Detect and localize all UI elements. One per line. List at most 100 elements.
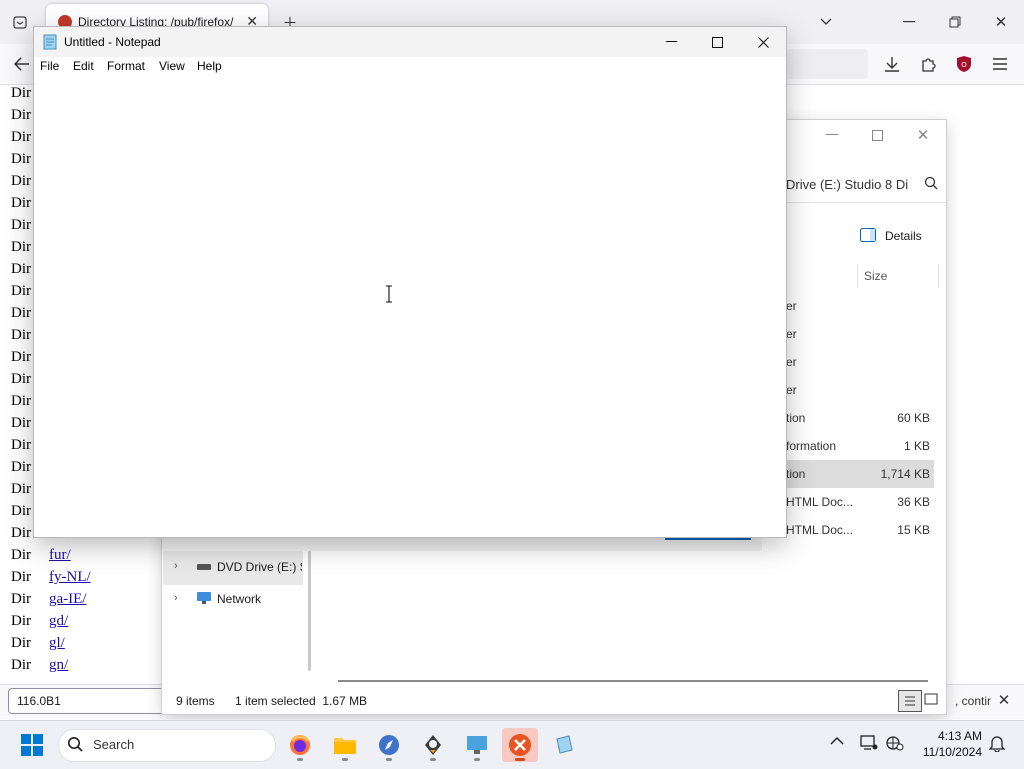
dir-type-label: Dir xyxy=(11,151,31,167)
taskbar-time[interactable]: 4:13 AM xyxy=(918,729,982,743)
tab-list-icon[interactable] xyxy=(6,8,34,36)
dir-type-label: Dir xyxy=(11,107,31,123)
taskbar-search-box[interactable] xyxy=(58,729,276,762)
dir-type-label: Dir xyxy=(11,525,31,541)
file-row[interactable]: HTML Doc... 36 KB xyxy=(786,488,934,516)
horizontal-scrollbar[interactable] xyxy=(338,680,928,682)
tiles-view-button[interactable] xyxy=(924,693,938,707)
penguin-app-taskbar-icon[interactable] xyxy=(415,728,451,762)
notepad-taskbar-icon[interactable] xyxy=(546,728,582,762)
notification-bell-icon[interactable] xyxy=(989,735,1005,752)
menu-view[interactable]: View xyxy=(159,59,185,73)
compass-app-taskbar-icon[interactable] xyxy=(371,728,407,762)
network-globe-icon[interactable] xyxy=(886,735,904,751)
expand-chevron-icon[interactable]: › xyxy=(174,560,178,572)
menu-help[interactable]: Help xyxy=(197,59,222,73)
file-explorer-taskbar-icon[interactable] xyxy=(327,728,363,762)
display-icon[interactable] xyxy=(860,735,878,751)
menu-edit[interactable]: Edit xyxy=(73,59,94,73)
file-type-cell: HTML Doc... xyxy=(786,523,853,537)
taskbar-date[interactable]: 11/10/2024 xyxy=(914,745,982,759)
dir-link[interactable]: fur/ xyxy=(49,547,71,564)
running-indicator xyxy=(342,758,348,761)
nav-item-network[interactable]: Network xyxy=(217,592,261,606)
menu-format[interactable]: Format xyxy=(107,59,145,73)
file-type-cell: er xyxy=(786,327,797,341)
hamburger-menu-icon[interactable] xyxy=(986,50,1014,78)
file-row[interactable]: tion 60 KB xyxy=(786,404,934,432)
running-indicator xyxy=(474,758,480,761)
dir-type-label: Dir xyxy=(11,129,31,145)
find-input[interactable]: 116.0B1 xyxy=(8,688,166,714)
ff-minimize-icon[interactable] xyxy=(895,8,923,36)
remote-desktop-taskbar-icon[interactable] xyxy=(459,728,495,762)
dir-type-label: Dir xyxy=(11,437,31,453)
file-type-cell: tion xyxy=(786,467,806,481)
size-column-header[interactable]: Size xyxy=(864,269,887,283)
notepad-close-icon[interactable] xyxy=(740,27,786,57)
address-bar[interactable] xyxy=(786,49,868,79)
file-size-cell: 1 KB xyxy=(903,439,930,453)
dir-type-label: Dir xyxy=(11,349,31,365)
ubuntu-app-taskbar-icon[interactable] xyxy=(502,728,538,762)
chevron-up-icon[interactable] xyxy=(830,736,844,746)
status-selection: 1 item selected 1.67 MB xyxy=(235,694,368,708)
nav-scrollbar[interactable] xyxy=(308,551,311,671)
file-type-cell: HTML Doc... xyxy=(786,495,853,509)
file-row[interactable]: tion 1,714 KB xyxy=(786,460,934,488)
notepad-minimize-icon[interactable] xyxy=(648,27,694,57)
directory-row: Dir ga-IE/ xyxy=(0,589,160,611)
details-pane-icon[interactable] xyxy=(860,228,876,242)
ff-close-icon[interactable]: ✕ xyxy=(987,8,1015,36)
file-type-cell: er xyxy=(786,355,797,369)
details-view-button[interactable] xyxy=(898,690,922,712)
network-icon xyxy=(196,591,212,605)
back-arrow-icon[interactable] xyxy=(8,50,36,78)
dir-link[interactable]: gl/ xyxy=(49,635,65,652)
explorer-minimize-icon[interactable] xyxy=(818,121,846,149)
file-row[interactable]: formation 1 KB xyxy=(786,432,934,460)
dir-link[interactable]: gn/ xyxy=(49,657,68,674)
dir-type-label: Dir xyxy=(11,591,31,607)
file-type-cell: er xyxy=(786,299,797,313)
expand-chevron-icon[interactable]: › xyxy=(174,592,178,604)
search-icon xyxy=(67,736,83,752)
search-icon[interactable] xyxy=(924,176,938,190)
dir-type-label: Dir xyxy=(11,459,31,475)
dir-link[interactable]: fy-NL/ xyxy=(49,569,91,586)
explorer-maximize-icon[interactable] xyxy=(863,121,891,149)
details-button-label[interactable]: Details xyxy=(885,229,922,243)
file-type-cell: er xyxy=(786,383,797,397)
extensions-icon[interactable] xyxy=(914,50,942,78)
dir-type-label: Dir xyxy=(11,327,31,343)
findbar-close-icon[interactable]: ✕ xyxy=(990,686,1018,714)
explorer-close-icon[interactable]: ✕ xyxy=(909,121,937,149)
download-icon[interactable] xyxy=(878,50,906,78)
find-input-value: 116.0B1 xyxy=(17,694,61,708)
file-row[interactable]: er xyxy=(786,376,934,404)
file-row[interactable]: er xyxy=(786,348,934,376)
file-row[interactable]: er xyxy=(786,320,934,348)
file-type-cell: tion xyxy=(786,411,806,425)
notepad-maximize-icon[interactable] xyxy=(694,27,740,57)
file-row[interactable]: HTML Doc... 15 KB xyxy=(786,516,934,544)
file-row[interactable]: er xyxy=(786,292,934,320)
ublock-shield-icon[interactable]: O xyxy=(950,50,978,78)
file-type-cell: formation xyxy=(786,439,837,453)
dir-type-label: Dir xyxy=(11,173,31,189)
dir-type-label: Dir xyxy=(11,305,31,321)
dir-link[interactable]: gd/ xyxy=(49,613,68,630)
svg-text:O: O xyxy=(961,61,967,69)
chevron-down-icon[interactable] xyxy=(812,8,840,36)
dir-type-label: Dir xyxy=(11,415,31,431)
running-indicator xyxy=(386,758,392,761)
ff-restore-icon[interactable] xyxy=(941,8,969,36)
menu-file[interactable]: File xyxy=(40,59,59,73)
dir-type-label: Dir xyxy=(11,239,31,255)
start-button[interactable] xyxy=(14,728,50,762)
firefox-taskbar-icon[interactable] xyxy=(282,728,318,762)
notepad-text-area[interactable] xyxy=(34,77,786,537)
explorer-path-text: Drive (E:) Studio 8 Di xyxy=(786,177,909,192)
dir-link[interactable]: ga-IE/ xyxy=(49,591,86,608)
nav-item-dvd-drive[interactable]: DVD Drive (E:) St xyxy=(217,560,302,574)
